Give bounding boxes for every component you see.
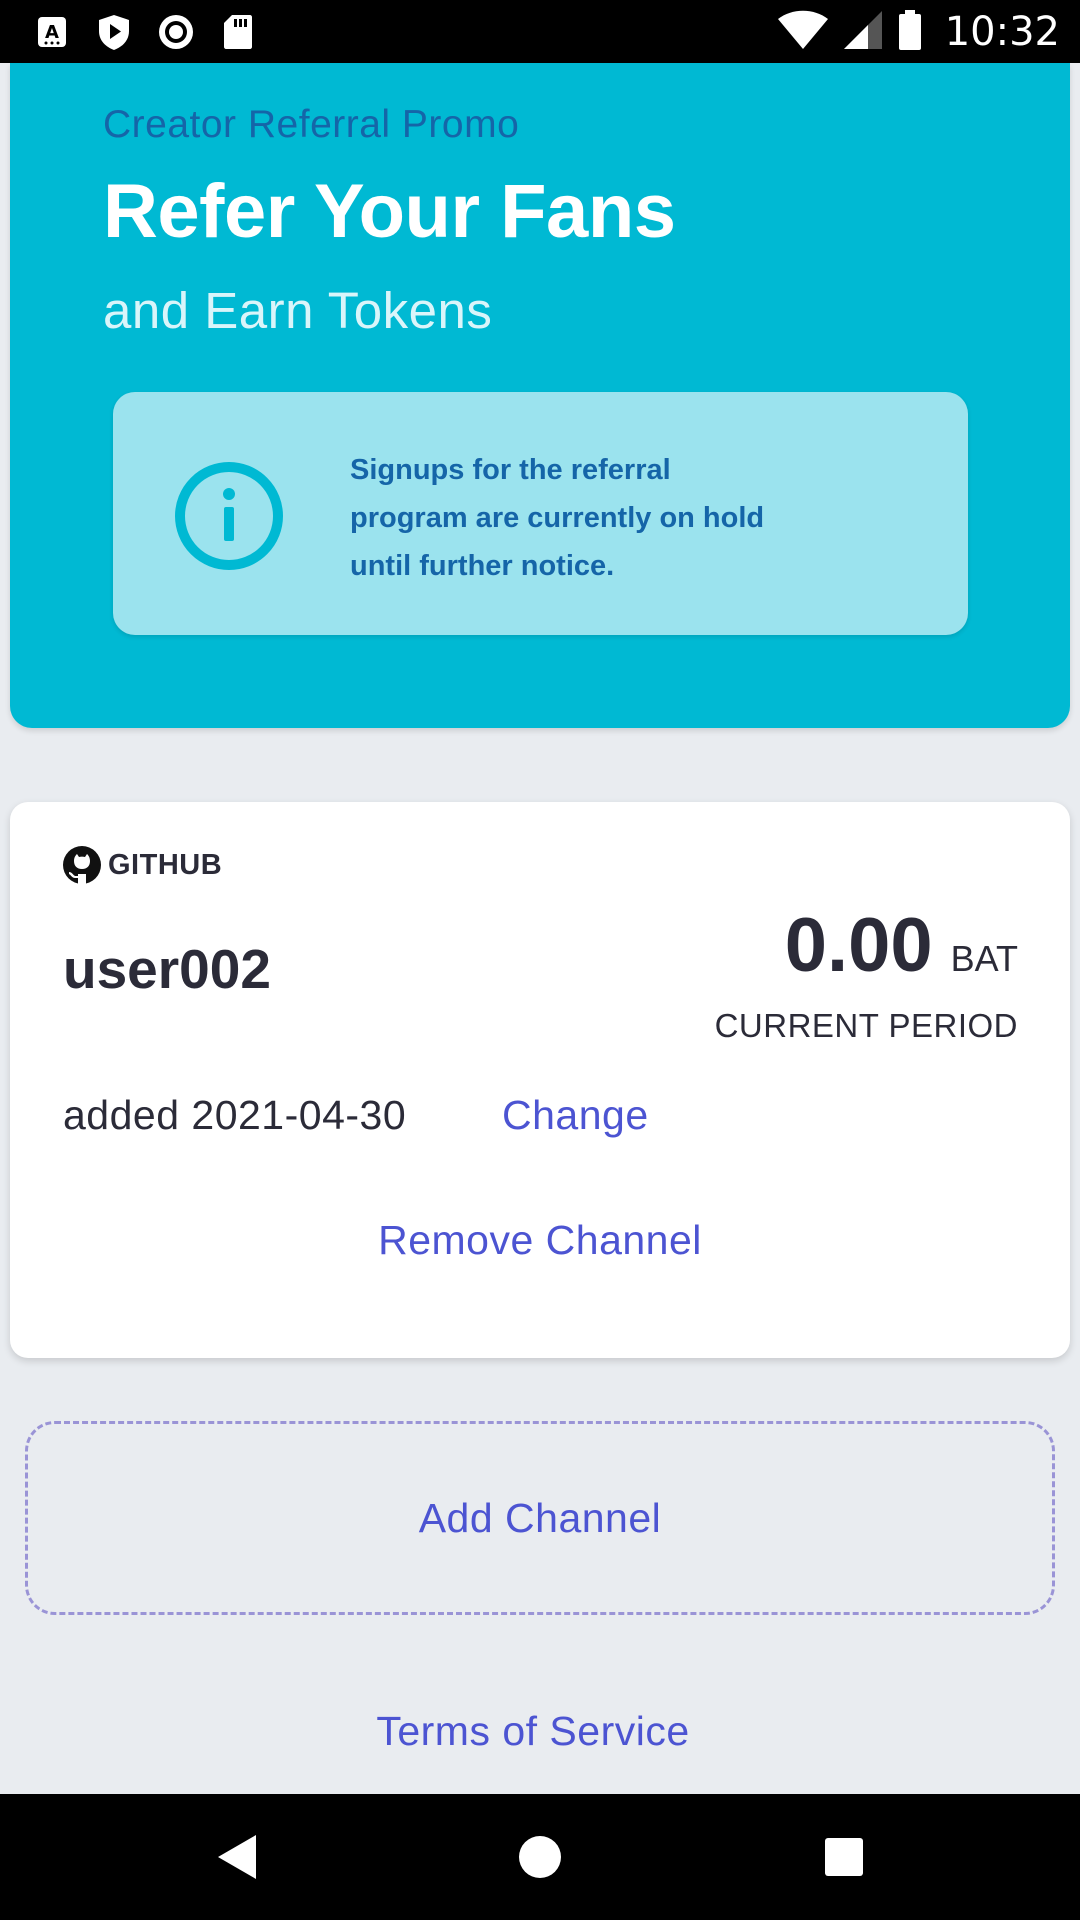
home-circle-icon[interactable] [510, 1827, 570, 1887]
channel-balance: 0.00 BAT [785, 902, 1018, 989]
change-channel-link[interactable]: Change [502, 1092, 649, 1139]
battery-icon [897, 9, 923, 56]
channel-added-date: added 2021-04-30 [63, 1092, 407, 1138]
channel-username: user002 [63, 938, 271, 1000]
promo-label: Creator Referral Promo [103, 103, 520, 146]
platform-label: GITHUB [108, 848, 223, 881]
shield-play-icon [92, 10, 136, 54]
github-icon [63, 846, 101, 884]
remove-channel-link[interactable]: Remove Channel [10, 1217, 1070, 1264]
back-triangle-icon[interactable] [206, 1827, 266, 1887]
promo-title: Refer Your Fans [103, 169, 676, 254]
record-icon [154, 10, 198, 54]
accessibility-icon: A [30, 10, 74, 54]
referral-promo-banner: Creator Referral Promo Refer Your Fans a… [10, 63, 1070, 728]
promo-subtitle: and Earn Tokens [103, 282, 493, 339]
status-bar-right-icons: 10:32 [777, 6, 1060, 58]
info-icon [175, 462, 283, 570]
status-bar-left-icons: A [30, 10, 260, 54]
balance-currency: BAT [950, 938, 1018, 979]
system-nav-bar [0, 1794, 1080, 1920]
add-channel-button[interactable]: Add Channel [25, 1421, 1055, 1615]
status-clock: 10:32 [944, 9, 1060, 55]
notice-text: Signups for the referral program are cur… [350, 454, 765, 582]
svg-text:A: A [45, 22, 59, 43]
sd-card-icon [216, 10, 260, 54]
balance-value: 0.00 [784, 903, 933, 988]
notice-box: Signups for the referral program are cur… [113, 392, 968, 635]
add-channel-label: Add Channel [418, 1494, 662, 1541]
status-bar: A 10:32 [0, 0, 1080, 63]
channel-card: GITHUB user002 0.00 BAT CURRENT PERIOD a… [10, 802, 1070, 1358]
wifi-icon [777, 10, 829, 55]
balance-period-label: CURRENT PERIOD [714, 1007, 1018, 1044]
cell-signal-icon [843, 10, 883, 55]
channel-platform: GITHUB [62, 844, 222, 886]
terms-of-service-link[interactable]: Terms of Service [0, 1708, 1066, 1755]
recents-square-icon[interactable] [814, 1827, 874, 1887]
